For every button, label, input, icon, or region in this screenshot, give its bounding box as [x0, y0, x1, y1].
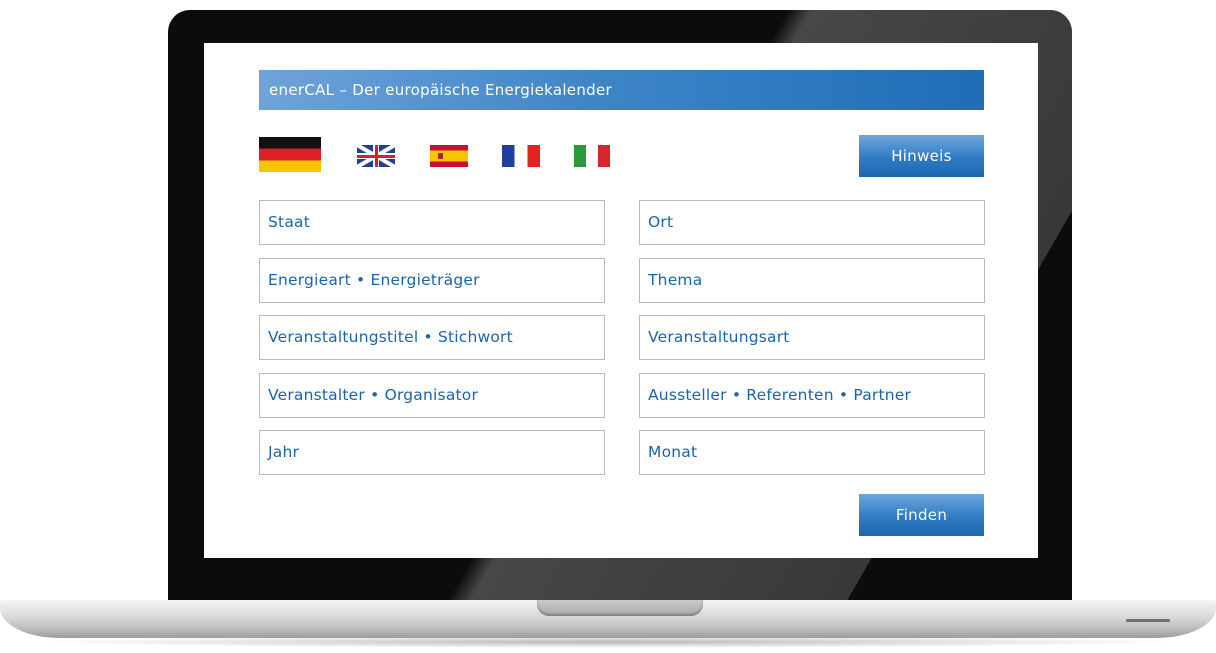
thema-field[interactable]: Thema — [639, 258, 985, 303]
staat-field[interactable]: Staat — [259, 200, 605, 245]
veranstalter-field[interactable]: Veranstalter • Organisator — [259, 373, 605, 418]
ort-field[interactable]: Ort — [639, 200, 985, 245]
hinweis-button[interactable]: Hinweis — [859, 135, 984, 177]
app-title: enerCAL – Der europäische Energiekalende… — [269, 81, 612, 99]
fr-flag-icon[interactable] — [502, 145, 540, 167]
monat-field[interactable]: Monat — [639, 430, 985, 475]
de-flag-icon[interactable] — [259, 137, 321, 172]
gb-flag-icon[interactable] — [357, 145, 395, 167]
it-flag-icon[interactable] — [574, 145, 610, 167]
es-flag-icon[interactable] — [430, 145, 468, 167]
veranstaltungstitel-field[interactable]: Veranstaltungstitel • Stichwort — [259, 315, 605, 360]
finden-button[interactable]: Finden — [859, 494, 984, 536]
laptop-notch — [537, 600, 703, 616]
energieart-field[interactable]: Energieart • Energieträger — [259, 258, 605, 303]
jahr-field[interactable]: Jahr — [259, 430, 605, 475]
aussteller-field[interactable]: Aussteller • Referenten • Partner — [639, 373, 985, 418]
app-title-bar: enerCAL – Der europäische Energiekalende… — [259, 70, 984, 110]
veranstaltungsart-field[interactable]: Veranstaltungsart — [639, 315, 985, 360]
laptop-indicator — [1126, 619, 1170, 622]
